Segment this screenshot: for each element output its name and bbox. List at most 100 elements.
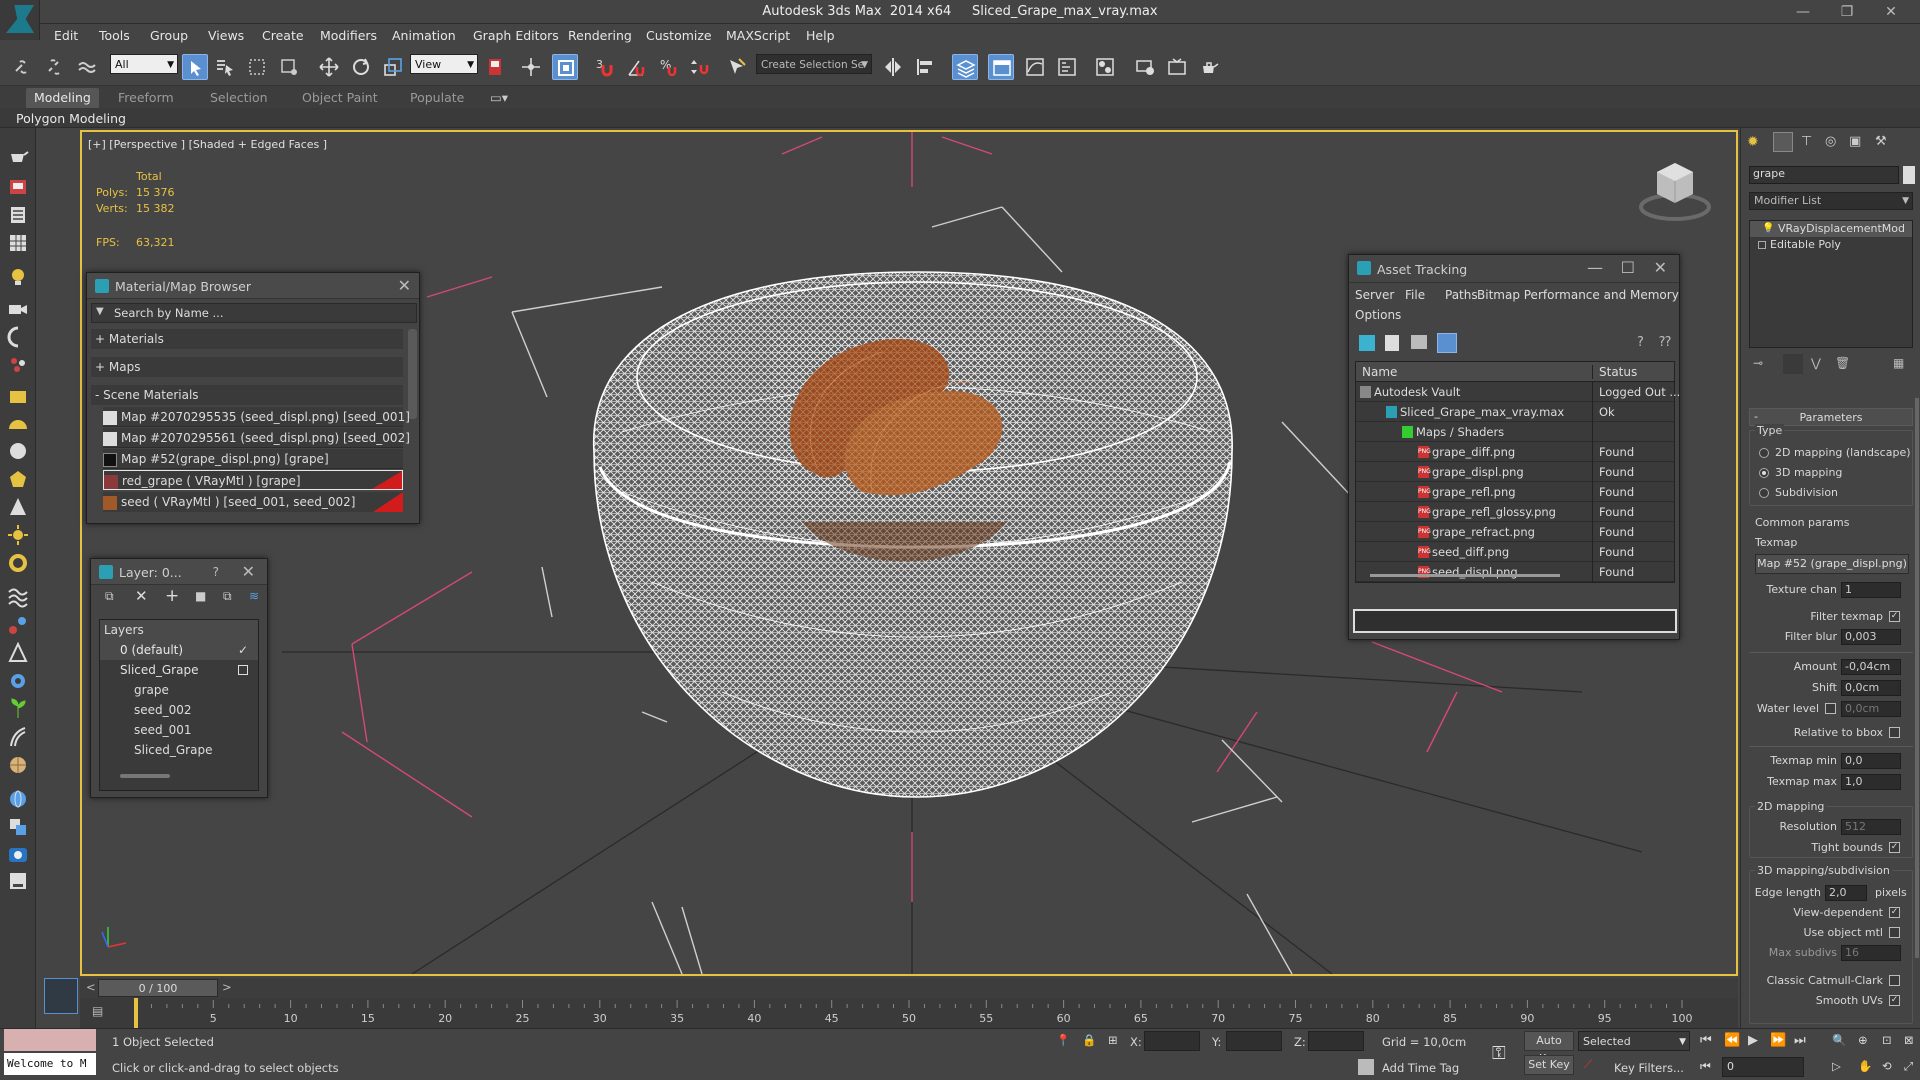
display-tab-icon[interactable]: ▣ <box>1849 134 1861 149</box>
asset-row[interactable]: PNG grape_refl.png Found <box>1356 482 1674 502</box>
cone-tool[interactable] <box>7 496 29 518</box>
radio-3d-mapping[interactable] <box>1759 468 1769 478</box>
align-button[interactable] <box>912 54 938 80</box>
menu-customize[interactable]: Customize <box>646 28 712 43</box>
menu-animation[interactable]: Animation <box>392 28 456 43</box>
set-key-button[interactable]: Set Key <box>1524 1055 1574 1075</box>
command-panel-scrollbar[interactable] <box>1915 398 1919 958</box>
prev-key-icon[interactable]: ⏪ <box>1724 1033 1740 1048</box>
edit-named-selection-button[interactable] <box>724 54 750 80</box>
radio-subdivision[interactable] <box>1759 488 1769 498</box>
curve-editor-button[interactable] <box>1022 54 1048 80</box>
tab-populate[interactable]: Populate <box>410 90 464 105</box>
isolate-selection-icon[interactable]: 📍 <box>1056 1033 1070 1047</box>
viewport-label-menu[interactable]: [+] [Perspective ] [Shaded + Edged Faces… <box>88 138 327 151</box>
menu-create[interactable]: Create <box>262 28 304 43</box>
close-icon[interactable]: ✕ <box>242 562 255 581</box>
asset-path-field[interactable] <box>1353 609 1677 633</box>
object-name-field[interactable]: grape <box>1749 166 1899 184</box>
material-editor-button[interactable] <box>1092 54 1118 80</box>
render-setup-button[interactable] <box>1132 54 1158 80</box>
globe-tool[interactable] <box>7 788 29 810</box>
key-mode-icon[interactable]: ▤ <box>92 1004 110 1022</box>
maximize-button[interactable]: ☐ <box>1621 258 1635 277</box>
list-item[interactable]: Map #2070295561 (seed_displ.png) [seed_0… <box>103 428 410 448</box>
table-view-icon[interactable] <box>1411 335 1427 349</box>
motion-tool[interactable] <box>7 641 29 664</box>
asset-row[interactable]: PNG seed_displ.png Found <box>1356 562 1674 582</box>
checkmark-icon[interactable]: ✓ <box>238 640 248 660</box>
list-tool[interactable] <box>7 204 29 226</box>
sun-tool[interactable] <box>7 524 29 546</box>
absolute-mode-icon[interactable]: ⊞ <box>1108 1033 1118 1047</box>
asset-row[interactable]: PNG grape_refract.png Found <box>1356 522 1674 542</box>
menu-group[interactable]: Group <box>150 28 188 43</box>
tight-bounds-checkbox[interactable]: ✓ <box>1889 842 1900 853</box>
asset-menu-paths[interactable]: Paths <box>1445 288 1478 302</box>
time-slider-thumb[interactable]: 0 / 100 <box>98 979 218 997</box>
zoom-extents-icon[interactable]: ⊡ <box>1882 1033 1892 1047</box>
water-level-checkbox[interactable] <box>1825 703 1836 714</box>
modifier-list-dropdown[interactable]: Modifier List ▼ <box>1749 192 1913 210</box>
box-tool[interactable] <box>7 386 29 408</box>
bind-space-warp-button[interactable] <box>74 54 100 80</box>
camera-tool[interactable] <box>7 298 29 320</box>
texmap-button[interactable]: Map #52 (grape_displ.png) <box>1755 554 1909 574</box>
next-frame-arrow-icon[interactable]: > <box>222 980 232 994</box>
max-subdivs-spinner[interactable]: 16 <box>1841 945 1901 961</box>
show-end-result-icon[interactable] <box>1783 354 1803 374</box>
help-contextual-icon[interactable]: ⁇ <box>1659 335 1671 350</box>
asset-row[interactable]: Sliced_Grape_max_vray.max Ok <box>1356 402 1674 422</box>
reference-coordinate-dropdown[interactable]: View ▼ <box>410 54 478 74</box>
add-time-tag-button[interactable]: Add Time Tag <box>1382 1061 1459 1075</box>
next-key-icon[interactable]: ⏩ <box>1770 1033 1786 1048</box>
material-search-input[interactable]: Search by Name ... <box>114 306 223 320</box>
lock-icon[interactable]: 🔒 <box>1082 1033 1096 1047</box>
layer-manager-titlebar[interactable]: Layer: 0... ? ✕ <box>91 559 267 585</box>
rendered-frame-window-button[interactable] <box>1164 54 1190 80</box>
minimize-button[interactable]: — <box>1782 0 1824 24</box>
snaps-toggle-button[interactable]: 3 <box>592 54 618 80</box>
radio-2d-mapping[interactable] <box>1759 448 1769 458</box>
spinner-snap-button[interactable] <box>688 54 714 80</box>
texmap-min-spinner[interactable]: 0,0 <box>1841 753 1901 769</box>
layer-object-seed-002[interactable]: seed_002 <box>100 700 258 720</box>
expand-icon[interactable] <box>1758 241 1766 249</box>
hide-all-layers-icon[interactable]: ≋ <box>249 589 259 603</box>
torus-tool[interactable] <box>7 552 29 574</box>
ribbon-toggle-button[interactable] <box>988 54 1014 80</box>
mini-curve-editor-toggle[interactable] <box>44 978 78 1014</box>
named-selection-sets-dropdown[interactable]: Create Selection Se ▼ <box>756 54 872 74</box>
angle-snap-button[interactable] <box>624 54 650 80</box>
pan-icon[interactable]: ✋ <box>1858 1059 1872 1073</box>
resolution-spinner[interactable]: 512 <box>1841 819 1901 835</box>
filter-texmap-checkbox[interactable]: ✓ <box>1889 611 1900 622</box>
classic-catmull-checkbox[interactable] <box>1889 975 1900 986</box>
list-view-icon[interactable] <box>1385 335 1399 351</box>
rotate-button[interactable] <box>348 54 374 80</box>
track-bar[interactable]: 5 10 15 20 25 30 35 40 45 50 55 60 65 70 75 80 85 90 95 100 <box>80 998 1738 1028</box>
asset-row[interactable]: PNG seed_diff.png Found <box>1356 542 1674 562</box>
maxscript-listener-top[interactable] <box>4 1029 96 1051</box>
maxscript-listener-input[interactable]: Welcome to M <box>4 1053 96 1075</box>
key-set-dropdown[interactable]: Selected ▼ <box>1578 1031 1690 1051</box>
relative-bbox-checkbox[interactable] <box>1889 727 1900 738</box>
spacewarp-tool[interactable] <box>7 586 29 608</box>
grid-tool[interactable] <box>7 232 29 254</box>
tab-freeform[interactable]: Freeform <box>118 90 174 105</box>
select-by-name-button[interactable] <box>212 54 238 80</box>
orbit-icon[interactable]: ⟲ <box>1882 1059 1892 1073</box>
mirror-button[interactable] <box>880 54 906 80</box>
list-item[interactable]: seed ( VRayMtl ) [seed_001, seed_002] <box>103 492 403 512</box>
render-tool[interactable] <box>7 176 29 198</box>
layer-explorer-button[interactable] <box>952 54 978 80</box>
zoom-extents-all-icon[interactable]: ⊠ <box>1904 1033 1914 1047</box>
light-tool[interactable] <box>7 266 29 288</box>
key-mode-toggle-icon[interactable]: ⏮ <box>1700 1059 1711 1074</box>
close-icon[interactable]: ✕ <box>398 276 411 295</box>
water-level-spinner[interactable]: 0,0cm <box>1841 701 1901 717</box>
pin-stack-icon[interactable]: ⊸ <box>1753 356 1763 370</box>
hedra-tool[interactable] <box>7 468 29 490</box>
amount-spinner[interactable]: -0,04cm <box>1841 659 1901 675</box>
edge-length-spinner[interactable]: 2,0 <box>1825 885 1867 901</box>
